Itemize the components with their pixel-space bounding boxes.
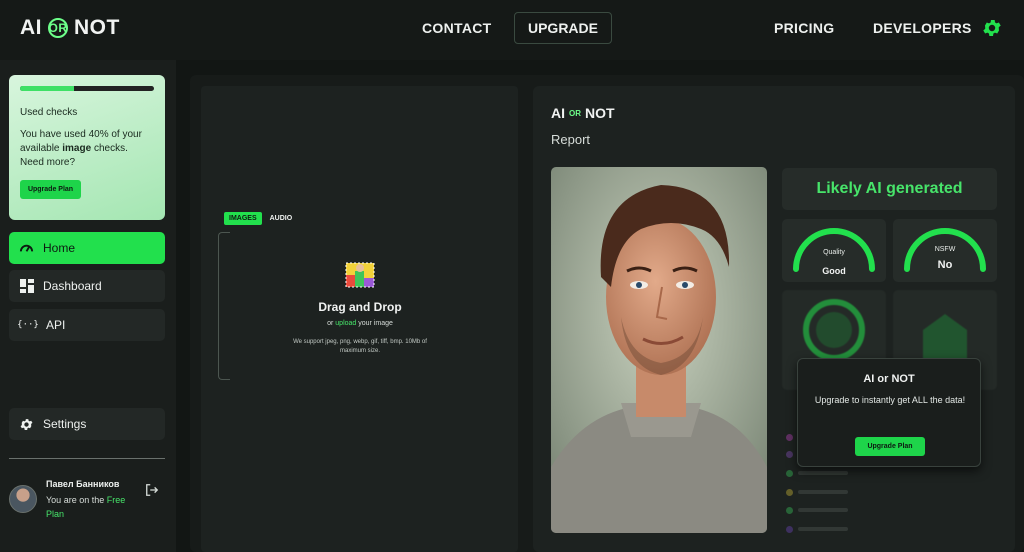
usage-title: Used checks (20, 107, 78, 118)
user-profile: Павел Банников You are on the Free Plan (9, 475, 165, 525)
list-item (786, 469, 991, 477)
sidebar-item-label: API (46, 318, 66, 332)
gear-icon[interactable] (981, 17, 1003, 39)
brand-or-badge: OR (48, 18, 68, 38)
upload-link[interactable]: upload (335, 320, 356, 327)
upload-panel (201, 86, 518, 552)
speedometer-icon (19, 241, 34, 256)
nav-contact-link[interactable]: CONTACT (422, 20, 492, 36)
tab-images[interactable]: IMAGES (224, 212, 262, 225)
sidebar: Used checks You have used 40% of your av… (0, 60, 176, 552)
user-plan-text: You are on the Free Plan (46, 495, 126, 519)
nav-upgrade-button[interactable]: UPGRADE (514, 12, 612, 44)
sidebar-item-label: Home (43, 241, 76, 255)
nsfw-label: NSFW (934, 246, 956, 253)
nsfw-value: No (937, 259, 953, 271)
media-tabs: IMAGES AUDIO (224, 212, 297, 225)
overlay-title: AI or NOT (863, 373, 915, 385)
analyzed-portrait-image (551, 167, 767, 533)
tab-audio[interactable]: AUDIO (265, 212, 298, 225)
ai-verdict-label: Likely AI generated (782, 168, 997, 210)
nav-developers-link[interactable]: DEVELOPERS (873, 20, 972, 36)
usage-progress-bar (20, 86, 154, 91)
gear-icon (19, 417, 34, 432)
sidebar-item-api[interactable]: {··} API (9, 309, 165, 341)
overlay-description: Upgrade to instantly get ALL the data! (814, 395, 966, 405)
brand-name-left: AI (20, 16, 42, 39)
dropzone-title: Drag and Drop (318, 300, 402, 314)
sidebar-item-settings[interactable]: Settings (9, 408, 165, 440)
sidebar-item-home[interactable]: Home (9, 232, 165, 264)
top-navbar: AI OR NOT CONTACT UPGRADE PRICING DEVELO… (0, 0, 1024, 60)
list-item (786, 525, 991, 533)
upgrade-plan-button[interactable]: Upgrade Plan (20, 180, 81, 199)
user-name: Павел Банников (46, 479, 120, 489)
braces-icon: {··} (17, 320, 39, 330)
usage-progress-fill (20, 86, 74, 91)
nsfw-gauge: NSFW No (893, 219, 997, 282)
quality-label: Quality (823, 249, 845, 256)
list-item (786, 506, 991, 514)
dropzone-border[interactable] (218, 232, 230, 380)
usage-card: Used checks You have used 40% of your av… (9, 75, 165, 220)
sidebar-item-dashboard[interactable]: Dashboard (9, 270, 165, 302)
overlay-upgrade-plan-button[interactable]: Upgrade Plan (855, 437, 925, 456)
image-upload-icon (345, 262, 375, 288)
dashboard-icon (19, 279, 34, 294)
logout-icon[interactable] (145, 483, 159, 497)
avatar[interactable] (9, 485, 37, 513)
report-logo: AI OR NOT (551, 105, 615, 121)
quality-value: Good (822, 266, 846, 276)
sidebar-item-label: Dashboard (43, 279, 102, 293)
report-title: Report (551, 132, 591, 147)
usage-description: You have used 40% of your available imag… (20, 129, 142, 168)
quality-gauge: Quality Good (782, 219, 886, 282)
sidebar-divider (9, 458, 165, 459)
list-item (786, 488, 991, 496)
dropzone-subtitle: or upload your image (327, 320, 393, 327)
upgrade-overlay: AI or NOT Upgrade to instantly get ALL t… (797, 358, 981, 467)
sidebar-item-label: Settings (43, 417, 87, 431)
nav-pricing-link[interactable]: PRICING (774, 20, 834, 36)
brand-logo[interactable]: AI OR NOT (20, 16, 120, 40)
brand-name-right: NOT (74, 16, 120, 39)
dropzone-format-note: We support jpeg, png, webp, gif, tiff, b… (293, 339, 427, 354)
